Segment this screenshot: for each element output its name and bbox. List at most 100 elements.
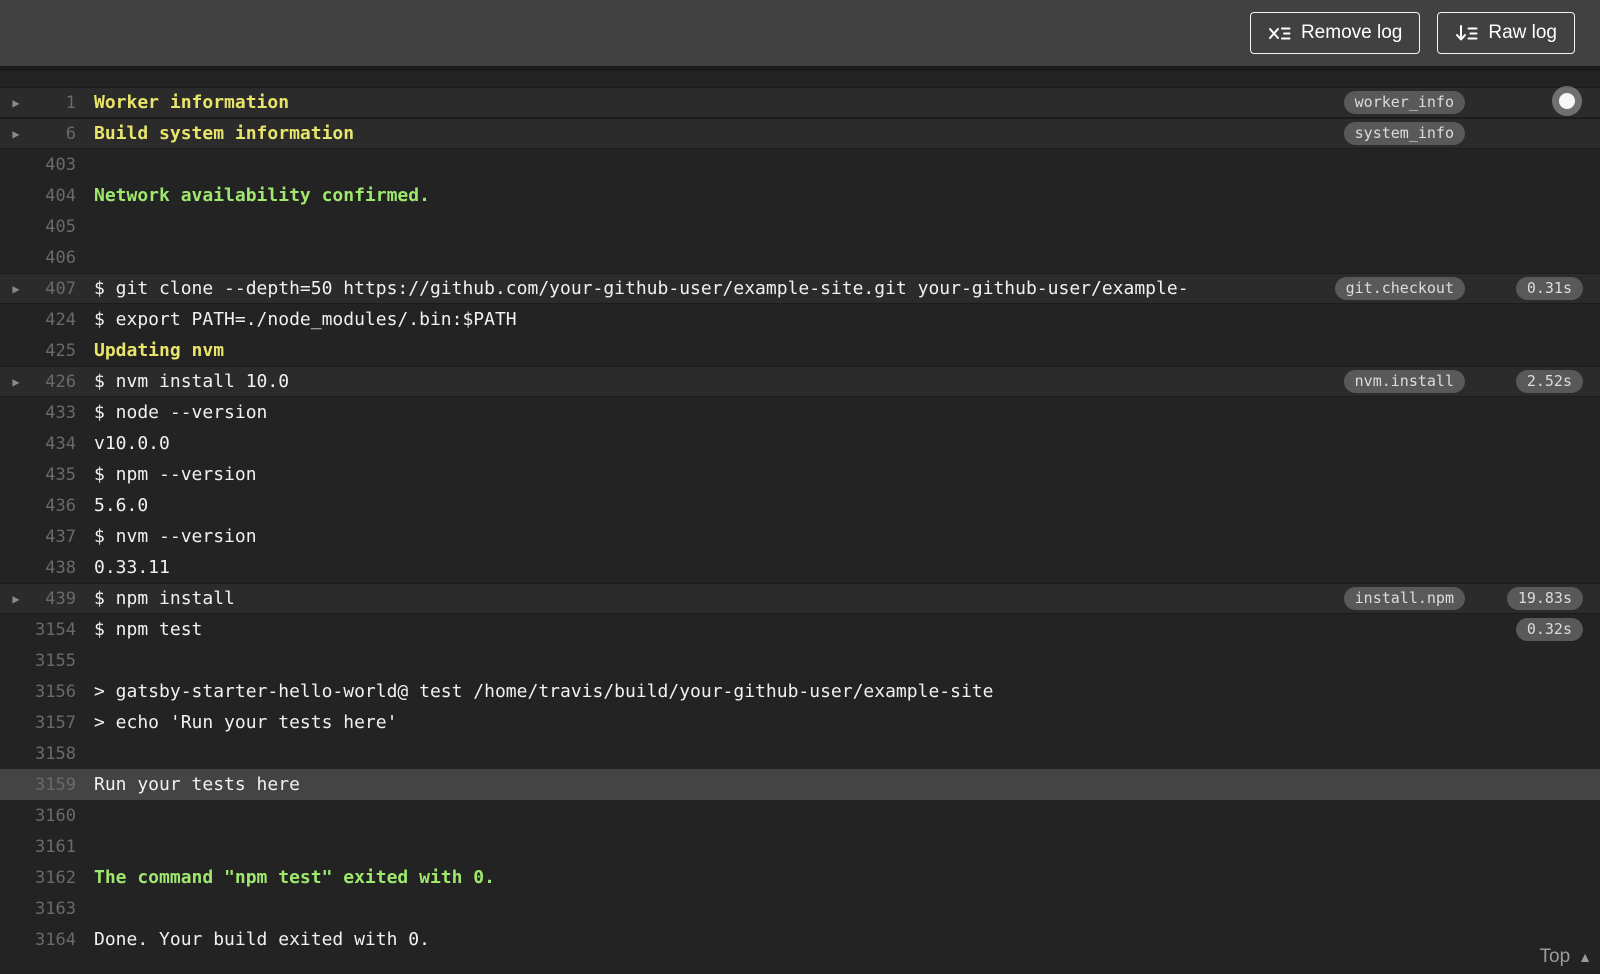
top-arrow-icon: ▲ bbox=[1578, 949, 1592, 965]
log-line-text: Build system information bbox=[94, 123, 355, 144]
log-line-text: Updating nvm bbox=[94, 340, 225, 361]
log-line: ▶ 6 Build system information system_info bbox=[0, 118, 1600, 149]
log-line: 3157 > echo 'Run your tests here' bbox=[0, 707, 1600, 738]
fold-arrow-icon[interactable]: ▶ bbox=[0, 282, 32, 296]
stage-badge: nvm.install bbox=[1343, 370, 1465, 393]
log-line: 433 $ node --version bbox=[0, 397, 1600, 428]
line-number[interactable]: 406 bbox=[32, 248, 76, 268]
stage-badge: worker_info bbox=[1343, 91, 1465, 114]
scroll-position-indicator[interactable] bbox=[1552, 86, 1582, 116]
line-number[interactable]: 403 bbox=[32, 155, 76, 175]
log-line: 3160 bbox=[0, 800, 1600, 831]
log-toolbar: Remove log Raw log bbox=[0, 0, 1600, 66]
duration-cell: 19.83s bbox=[1482, 587, 1583, 610]
top-link-label: Top bbox=[1539, 946, 1571, 967]
line-number[interactable]: 3156 bbox=[32, 682, 76, 702]
log-line: ▶ 407 $ git clone --depth=50 https://git… bbox=[0, 273, 1600, 304]
line-number[interactable]: 425 bbox=[32, 341, 76, 361]
fold-arrow-icon[interactable]: ▶ bbox=[0, 592, 32, 606]
log-line-text: $ export PATH=./node_modules/.bin:$PATH bbox=[94, 309, 517, 330]
log-line-badges: git.checkout 0.31s bbox=[1334, 277, 1600, 300]
log-line: 424 $ export PATH=./node_modules/.bin:$P… bbox=[0, 304, 1600, 335]
duration-badge: 2.52s bbox=[1515, 370, 1583, 393]
log-line: 403 bbox=[0, 149, 1600, 180]
line-number[interactable]: 3154 bbox=[32, 620, 76, 640]
log-line: ▶ 439 $ npm install install.npm 19.83s bbox=[0, 583, 1600, 614]
line-number[interactable]: 3157 bbox=[32, 713, 76, 733]
stage-badge: system_info bbox=[1343, 122, 1465, 145]
line-number[interactable]: 3162 bbox=[32, 868, 76, 888]
log-line: 3158 bbox=[0, 738, 1600, 769]
line-number[interactable]: 434 bbox=[32, 434, 76, 454]
line-number[interactable]: 426 bbox=[32, 372, 76, 392]
top-link[interactable]: Top ▲ bbox=[1540, 946, 1593, 968]
fold-arrow-icon[interactable]: ▶ bbox=[0, 375, 32, 389]
log-line: 436 5.6.0 bbox=[0, 490, 1600, 521]
log-line: ▶ 1 Worker information worker_info bbox=[0, 87, 1600, 118]
line-number[interactable]: 437 bbox=[32, 527, 76, 547]
duration-badge: 19.83s bbox=[1506, 587, 1583, 610]
line-number[interactable]: 6 bbox=[32, 124, 76, 144]
line-number[interactable]: 433 bbox=[32, 403, 76, 423]
log-line-text: 0.33.11 bbox=[94, 557, 170, 578]
line-number[interactable]: 3158 bbox=[32, 744, 76, 764]
line-number[interactable]: 424 bbox=[32, 310, 76, 330]
log-line: 3154 $ npm test 0.32s bbox=[0, 614, 1600, 645]
log-line: 3162 The command "npm test" exited with … bbox=[0, 862, 1600, 893]
raw-log-button[interactable]: Raw log bbox=[1437, 12, 1575, 54]
log-line-text: $ node --version bbox=[94, 402, 268, 423]
log-line-text: $ npm test bbox=[94, 619, 203, 640]
log-line: 3156 > gatsby-starter-hello-world@ test … bbox=[0, 676, 1600, 707]
remove-log-button[interactable]: Remove log bbox=[1249, 12, 1421, 54]
log-line-text: Done. Your build exited with 0. bbox=[94, 929, 430, 950]
log-line-text: $ git clone --depth=50 https://github.co… bbox=[94, 278, 1189, 299]
log-lines: ▶ 1 Worker information worker_info ▶ 6 B… bbox=[0, 87, 1600, 955]
line-number[interactable]: 3163 bbox=[32, 899, 76, 919]
log-line-text: 5.6.0 bbox=[94, 495, 149, 516]
log-line-text: $ nvm --version bbox=[94, 526, 257, 547]
duration-cell: 0.31s bbox=[1482, 277, 1583, 300]
line-number[interactable]: 1 bbox=[32, 93, 76, 113]
line-number[interactable]: 3161 bbox=[32, 837, 76, 857]
fold-arrow-icon[interactable]: ▶ bbox=[0, 127, 32, 141]
log-line: 3163 bbox=[0, 893, 1600, 924]
log-line-badges: system_info bbox=[1343, 122, 1600, 145]
log-line-text: v10.0.0 bbox=[94, 433, 170, 454]
line-number[interactable]: 435 bbox=[32, 465, 76, 485]
raw-log-label: Raw log bbox=[1488, 22, 1557, 43]
fold-arrow-icon[interactable]: ▶ bbox=[0, 96, 32, 110]
scroll-dot-icon bbox=[1559, 93, 1575, 109]
log-line-text: $ nvm install 10.0 bbox=[94, 371, 290, 392]
duration-cell: 2.52s bbox=[1482, 370, 1583, 393]
line-number[interactable]: 438 bbox=[32, 558, 76, 578]
log-line-text: $ npm --version bbox=[94, 464, 257, 485]
log-line: 404 Network availability confirmed. bbox=[0, 180, 1600, 211]
log-line-badges: 0.32s bbox=[1482, 618, 1600, 641]
line-number[interactable]: 3155 bbox=[32, 651, 76, 671]
log-line-text: Run your tests here bbox=[94, 774, 300, 795]
log-line-text: Network availability confirmed. bbox=[94, 185, 430, 206]
log-line: 3159 Run your tests here bbox=[0, 769, 1600, 800]
build-log: ▶ 1 Worker information worker_info ▶ 6 B… bbox=[0, 71, 1600, 974]
log-line-text: > echo 'Run your tests here' bbox=[94, 712, 398, 733]
line-number[interactable]: 439 bbox=[32, 589, 76, 609]
line-number[interactable]: 405 bbox=[32, 217, 76, 237]
line-number[interactable]: 3164 bbox=[32, 930, 76, 950]
remove-log-icon bbox=[1268, 24, 1291, 43]
line-number[interactable]: 3159 bbox=[32, 775, 76, 795]
log-line: 405 bbox=[0, 211, 1600, 242]
line-number[interactable]: 436 bbox=[32, 496, 76, 516]
log-line-badges: nvm.install 2.52s bbox=[1343, 370, 1600, 393]
line-number[interactable]: 407 bbox=[32, 279, 76, 299]
line-number[interactable]: 404 bbox=[32, 186, 76, 206]
duration-cell: 0.32s bbox=[1482, 618, 1583, 641]
log-line-text: $ npm install bbox=[94, 588, 235, 609]
remove-log-label: Remove log bbox=[1300, 22, 1403, 43]
log-line: 3155 bbox=[0, 645, 1600, 676]
stage-badge: git.checkout bbox=[1334, 277, 1465, 300]
line-number[interactable]: 3160 bbox=[32, 806, 76, 826]
log-line: ▶ 426 $ nvm install 10.0 nvm.install 2.5… bbox=[0, 366, 1600, 397]
log-line: 406 bbox=[0, 242, 1600, 273]
log-line-badges: install.npm 19.83s bbox=[1343, 587, 1600, 610]
log-line: 3164 Done. Your build exited with 0. bbox=[0, 924, 1600, 955]
